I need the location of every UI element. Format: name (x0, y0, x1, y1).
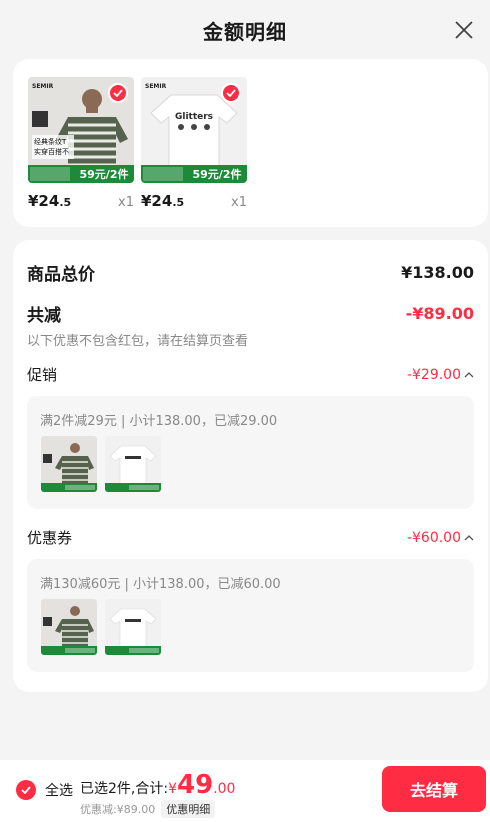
product-qty: x1 (231, 195, 247, 210)
caption-line-1: 经典条纹T (34, 137, 67, 146)
total-label: 商品总价 (27, 265, 95, 285)
promotion-label: 促销 (27, 366, 58, 384)
selected-count-text: 已选2件,合计: (80, 781, 169, 797)
sheet-header: 金额明细 (0, 0, 490, 60)
product-item[interactable]: SEMIR Glitters 59元/2件 ¥24.5 x1 (141, 77, 247, 210)
brand-logo: SEMIR (145, 83, 167, 90)
product-price: ¥24.5 (141, 192, 185, 210)
selected-check-icon[interactable] (108, 83, 128, 103)
promotion-detail-box: 满2件减29元 | 小计138.00，已减29.00 (27, 396, 474, 509)
product-thumbnail (105, 599, 161, 655)
select-all-label[interactable]: 全选 (45, 780, 73, 800)
select-all-check-icon[interactable] (16, 780, 36, 800)
discount-value: -¥89.00 (405, 304, 474, 323)
product-qty: x1 (118, 195, 134, 210)
coupon-row[interactable]: 优惠券 -¥60.00 (27, 527, 474, 548)
promotion-row[interactable]: 促销 -¥29.00 (27, 364, 474, 385)
deal-badge: 59元/2件 (193, 167, 242, 181)
promotion-detail: 满2件减29元 | 小计138.00，已减29.00 (40, 414, 278, 429)
product-image: SEMIR Glitters 59元/2件 (141, 77, 247, 183)
price-breakdown-card: 商品总价 ¥138.00 共减 -¥89.00 以下优惠不包含红包，请在结算页查… (13, 240, 488, 692)
product-thumbnail (41, 599, 97, 655)
deal-badge: 59元/2件 (80, 167, 129, 181)
chevron-up-icon[interactable] (464, 371, 474, 379)
close-icon[interactable] (452, 18, 476, 42)
chevron-up-icon[interactable] (464, 534, 474, 542)
promotion-value: -¥29.00 (406, 366, 461, 383)
coupon-value: -¥60.00 (406, 529, 461, 546)
total-amount: 49 (177, 770, 214, 800)
products-card: SEMIR 经典条纹T 实穿百搭不 59元/2件 ¥24.5 x1 SEMIR … (13, 59, 488, 227)
savings-text: 优惠减:¥89.00 (80, 803, 156, 816)
discount-note: 以下优惠不包含红包，请在结算页查看 (27, 334, 249, 349)
coupon-detail-box: 满130减60元 | 小计138.00，已减60.00 (27, 559, 474, 672)
sheet-title: 金额明细 (203, 19, 287, 44)
product-thumbnail (41, 436, 97, 492)
shirt-print-text: Glitters (175, 112, 213, 122)
caption-line-2: 实穿百搭不 (34, 147, 69, 156)
product-thumbnail (105, 436, 161, 492)
brand-logo: SEMIR (32, 83, 54, 90)
total-value: ¥138.00 (401, 263, 474, 282)
discount-row: 共减 -¥89.00 (27, 301, 474, 326)
checkout-bar: 全选 已选2件,合计: ¥ 49 .00 优惠减:¥89.00 优惠明细 去结算 (0, 760, 490, 822)
product-price: ¥24.5 (28, 192, 72, 210)
discount-label: 共减 (27, 306, 61, 326)
coupon-detail: 满130减60元 | 小计138.00，已减60.00 (40, 577, 281, 592)
checkout-button[interactable]: 去结算 (382, 766, 486, 812)
product-item[interactable]: SEMIR 经典条纹T 实穿百搭不 59元/2件 ¥24.5 x1 (28, 77, 134, 210)
selected-check-icon[interactable] (221, 83, 241, 103)
discount-detail-link[interactable]: 优惠明细 (161, 800, 216, 818)
coupon-label: 优惠券 (27, 529, 73, 547)
product-image: SEMIR 经典条纹T 实穿百搭不 59元/2件 (28, 77, 134, 183)
total-summary: 已选2件,合计: ¥ 49 .00 (80, 770, 236, 800)
total-row: 商品总价 ¥138.00 (27, 260, 474, 285)
